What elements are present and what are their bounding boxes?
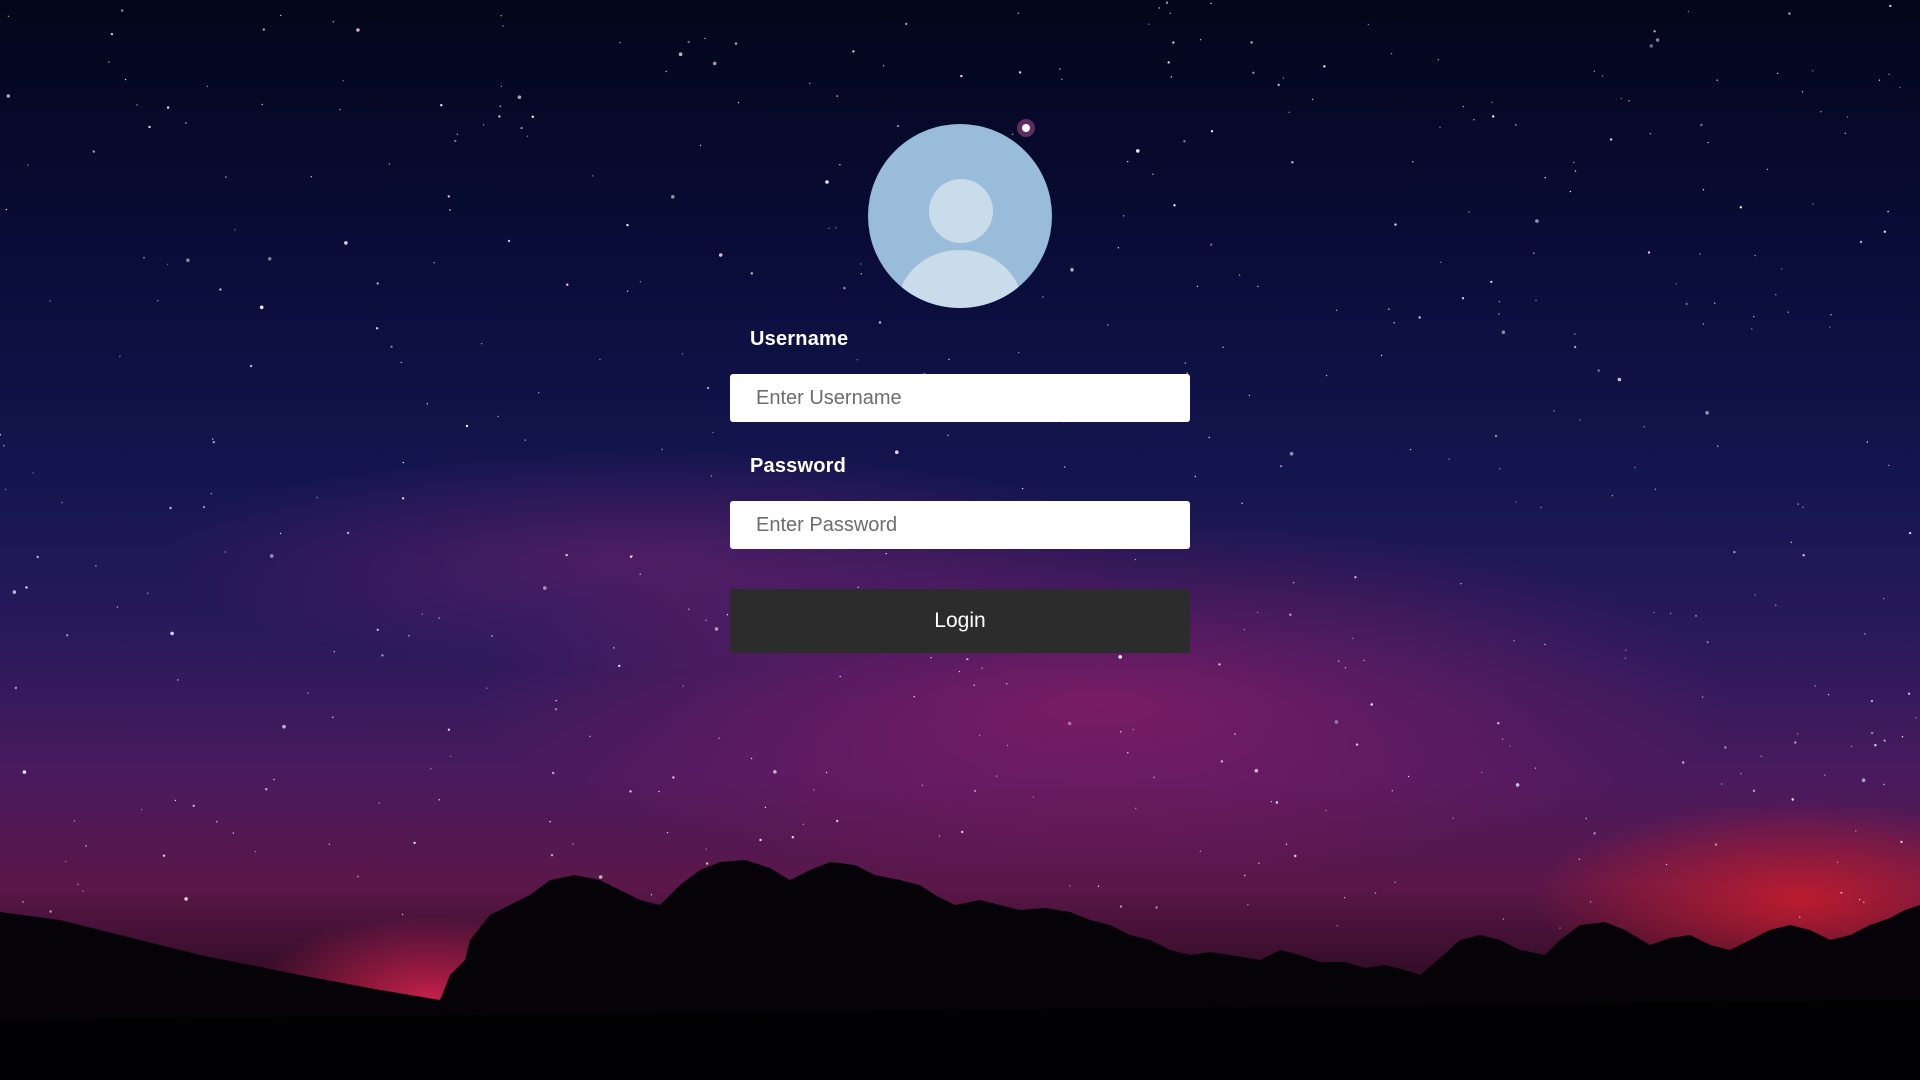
login-page: Username Password Login (0, 0, 1920, 1080)
password-label: Password (750, 455, 847, 477)
username-input[interactable] (730, 374, 1190, 422)
user-avatar-icon (868, 124, 1052, 308)
avatar-head-shape (929, 179, 993, 243)
avatar-body-shape (898, 250, 1022, 308)
password-input[interactable] (730, 501, 1190, 549)
username-label: Username (750, 328, 849, 350)
login-button[interactable]: Login (730, 589, 1190, 653)
